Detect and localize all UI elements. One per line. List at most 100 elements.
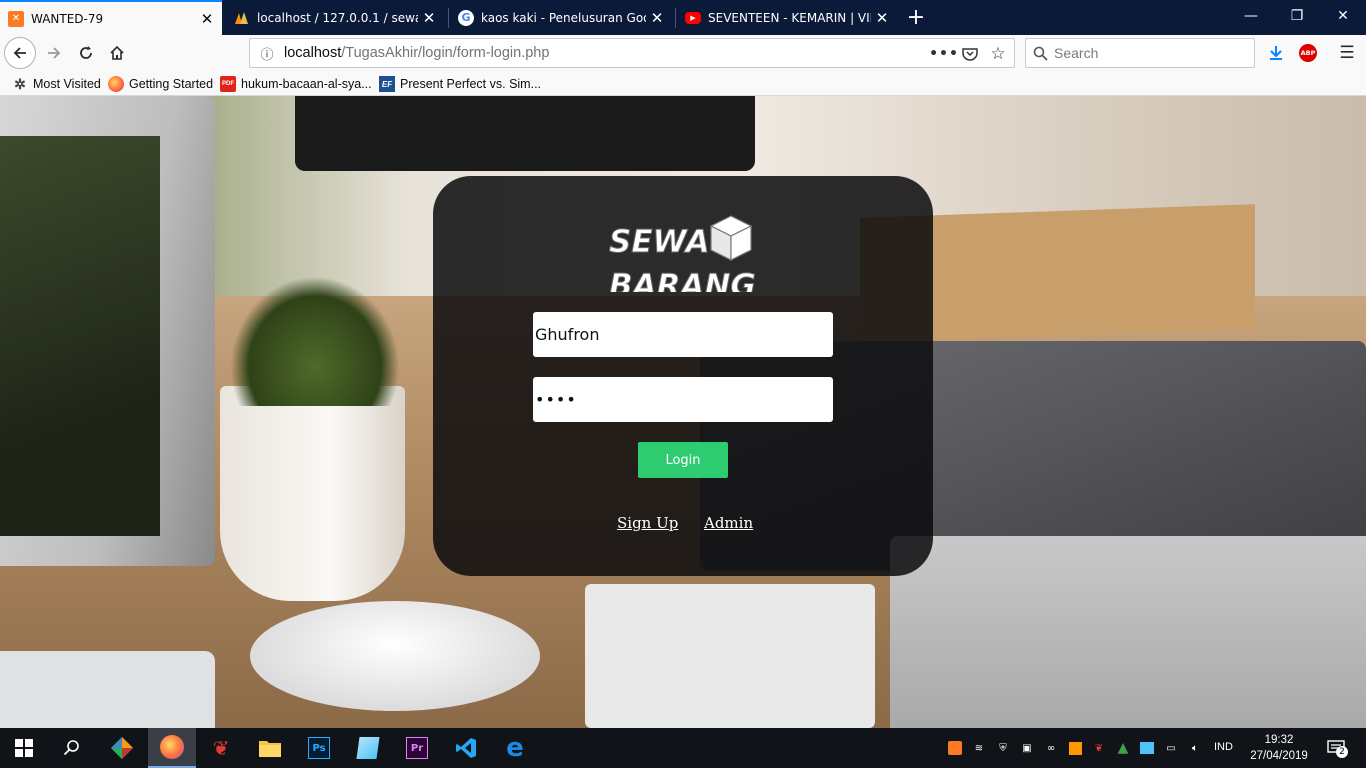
volume-icon[interactable]: 🔈︎ [1186,739,1204,757]
taskbar-game-app[interactable]: ❦ [197,728,245,768]
notification-count: 2 [1336,746,1348,758]
xampp-icon: ✕ [8,10,24,27]
login-card: SEWA BARANG Login Sign Up Admin [433,176,933,576]
folder-icon [259,741,281,757]
tab-wanted-79[interactable]: ✕ WANTED-79 ✕ [0,0,222,35]
tab-title: SEVENTEEN - KEMARIN | VIDEO [708,10,871,25]
hamburger-icon: ☰ [1339,43,1355,63]
firefox-icon [160,735,184,759]
close-window-button[interactable]: ✕ [1320,0,1366,32]
pocket-icon[interactable] [958,42,982,66]
system-clock[interactable]: 19:32 27/04/2019 [1248,732,1310,764]
tab-google-search[interactable]: G kaos kaki - Penelusuran Google ✕ [450,0,672,35]
taskbar-notes-app[interactable] [344,728,392,768]
firefox-icon [108,76,124,92]
bookmark-star-icon[interactable]: ☆ [986,42,1010,66]
orange-app-icon[interactable] [1066,739,1084,757]
taskbar-gitkraken[interactable] [98,728,146,768]
minimize-button[interactable]: — [1228,0,1274,32]
youtube-icon: ▶ [685,11,701,24]
url-path: /TugasAkhir/login/form-login.php [341,45,550,61]
taskbar-edge[interactable]: e [491,728,539,768]
device-icon[interactable]: ▣ [1018,739,1036,757]
forward-button[interactable] [40,39,68,67]
link-icon[interactable]: ∞ [1042,739,1060,757]
adblock-plus-button[interactable]: ABP [1297,42,1319,64]
username-input[interactable] [533,312,833,357]
action-center-button[interactable]: 2 [1325,738,1348,758]
bookmark-most-visited[interactable]: ✲ Most Visited [12,74,101,94]
admin-link[interactable]: Admin [704,514,753,532]
page-actions-icon[interactable]: ••• [929,42,958,66]
keyboard [585,584,875,728]
bookmark-label: Most Visited [33,77,101,91]
xampp-tray-icon[interactable] [946,739,964,757]
trackpad [0,651,215,728]
plant-leaves [230,276,400,406]
windows-taskbar: ❦ Ps Pr e ≋ ⛨ ▣ ∞ ❦ ▲ ▭ 🔈︎ IND 19:32 27/… [0,728,1366,768]
tab-phpmyadmin[interactable]: localhost / 127.0.0.1 / sewa_bar ✕ [226,0,444,35]
restore-button[interactable]: ❐ [1274,0,1320,32]
mouse [250,601,540,711]
download-icon [1270,46,1282,60]
pdf-icon: PDF [220,76,236,92]
bookmark-present-perfect[interactable]: EF Present Perfect vs. Sim... [379,74,541,94]
edge-icon: e [506,733,524,763]
close-tab-icon[interactable]: ✕ [871,7,893,29]
tab-youtube[interactable]: ▶ SEVENTEEN - KEMARIN | VIDEO ✕ [677,0,897,35]
adblock-plus-icon: ABP [1299,44,1317,62]
svg-text:BARANG: BARANG [609,268,756,292]
bookmark-label: hukum-bacaan-al-sya... [241,77,372,91]
taskbar-vscode[interactable] [442,728,490,768]
notes-icon [356,737,380,759]
tab-strip: ✕ WANTED-79 ✕ localhost / 127.0.0.1 / se… [0,0,1366,35]
info-icon[interactable]: ⓘ [254,44,280,63]
bookmark-getting-started[interactable]: Getting Started [108,74,213,94]
search-bar[interactable] [1025,38,1255,68]
shield-icon[interactable]: ⛨ [994,739,1012,757]
back-arrow-icon [13,47,26,59]
wifi-icon[interactable]: ≋ [970,739,988,757]
taskbar-search-button[interactable] [48,728,96,768]
svg-text:SEWA: SEWA [609,224,710,260]
bookmark-label: Getting Started [129,77,214,91]
menu-button[interactable]: ☰ [1336,42,1358,64]
phpmyadmin-icon [234,10,250,26]
bookmark-label: Present Perfect vs. Sim... [400,77,542,91]
taskbar-file-explorer[interactable] [246,728,294,768]
taskbar-photoshop[interactable]: Ps [295,728,343,768]
red-tray-icon[interactable]: ❦ [1090,739,1108,757]
close-tab-icon[interactable]: ✕ [418,7,440,29]
password-input[interactable] [533,377,833,422]
search-icon [63,740,79,756]
url-text: localhost/TugasAkhir/login/form-login.ph… [284,45,549,61]
bookmarks-toolbar: ✲ Most Visited Getting Started PDF hukum… [0,71,1366,96]
taskbar-firefox[interactable] [148,728,196,768]
ef-icon: EF [379,76,395,92]
home-icon [110,45,124,60]
bookmark-hukum-bacaan[interactable]: PDF hukum-bacaan-al-sya... [220,74,372,94]
google-icon: G [458,9,474,26]
new-tab-button[interactable]: + [902,4,930,30]
taskbar-premiere[interactable]: Pr [393,728,441,768]
red-app-icon: ❦ [212,736,230,760]
sign-up-link[interactable]: Sign Up [617,514,678,532]
tab-title: WANTED-79 [31,11,104,26]
network-tray-icon[interactable] [1138,739,1156,757]
downloads-button[interactable] [1265,42,1287,64]
close-tab-icon[interactable]: ✕ [196,8,218,30]
imac-screen [0,136,160,536]
login-button[interactable]: Login [638,442,728,478]
language-indicator[interactable]: IND [1214,741,1233,753]
home-button[interactable] [103,39,131,67]
close-tab-icon[interactable]: ✕ [646,7,668,29]
search-input[interactable] [1054,45,1244,61]
url-bar[interactable]: ⓘ localhost/TugasAkhir/login/form-login.… [249,38,1015,68]
back-button[interactable] [4,37,36,69]
reload-button[interactable] [72,39,100,67]
display-icon[interactable]: ▭ [1162,739,1180,757]
colorful-app-icon [111,737,133,759]
vscode-icon [456,738,476,758]
start-button[interactable] [0,728,48,768]
green-triangle-icon[interactable]: ▲ [1114,739,1132,757]
